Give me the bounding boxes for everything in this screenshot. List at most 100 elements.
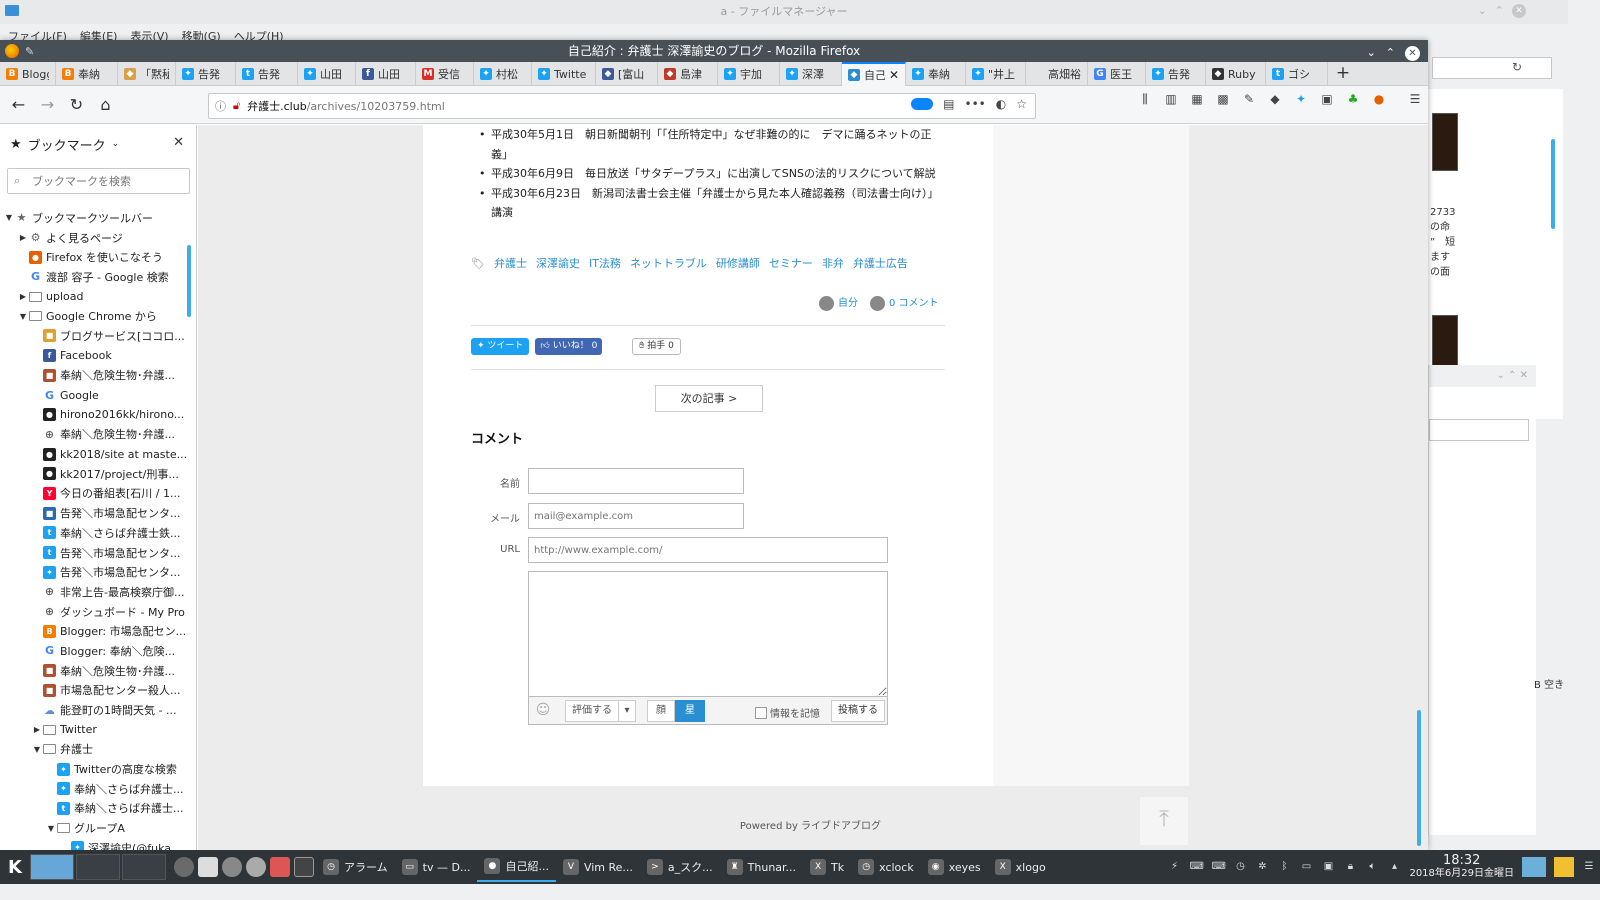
- tab[interactable]: t 告発: [236, 62, 298, 86]
- close-icon[interactable]: ✕: [1512, 4, 1526, 18]
- library-icon[interactable]: ⫼: [1138, 92, 1152, 106]
- bookmark-item[interactable]: ● hirono2016kk/hirono...: [0, 405, 186, 425]
- expanded-twisty-icon[interactable]: ▼: [17, 312, 29, 321]
- text-editor-launcher-icon[interactable]: [198, 857, 218, 877]
- desktop-3[interactable]: [122, 854, 166, 880]
- like-button[interactable]: 👍︎ いいね！ 0: [535, 338, 603, 355]
- evernote-icon[interactable]: ◆: [1268, 92, 1282, 106]
- sidebar-icon[interactable]: ▥: [1164, 92, 1178, 106]
- tag-link[interactable]: IT法務: [589, 255, 621, 271]
- bookmark-item[interactable]: ▶ ⚙ よく見るページ: [0, 228, 186, 248]
- bookmark-folder[interactable]: ▼ Google Chrome から: [0, 306, 186, 326]
- bookmark-item[interactable]: ■ 告発＼市場急配センタ...: [0, 503, 186, 523]
- author-link[interactable]: 自分: [819, 294, 858, 311]
- tag-link[interactable]: 弁護士広告: [853, 255, 908, 271]
- taskbar-task[interactable]: ▭ tv — D...: [395, 852, 478, 882]
- tab[interactable]: ✦ Twitte: [532, 62, 596, 86]
- tab[interactable]: ◆ 「黙秘: [118, 62, 176, 86]
- taskbar-task[interactable]: ● 自己紹...: [477, 852, 556, 882]
- expanded-twisty-icon[interactable]: ▼: [45, 824, 57, 833]
- chevron-down-icon[interactable]: ⌄: [112, 139, 120, 149]
- tag-link[interactable]: 研修講師: [716, 255, 760, 271]
- taskbar-task[interactable]: ◷ xclock: [851, 852, 921, 882]
- bookmark-item[interactable]: G 渡部 容子 - Google 検索: [0, 267, 186, 287]
- app-launcher-icon[interactable]: [246, 857, 266, 877]
- desktop-2[interactable]: [76, 854, 120, 880]
- comment-textarea[interactable]: [528, 571, 888, 697]
- sidebar-switcher[interactable]: ブックマーク: [28, 135, 106, 154]
- tab[interactable]: ✦ 村松: [474, 62, 532, 86]
- taskbar-task[interactable]: ◷ アラーム: [316, 852, 395, 882]
- bookmark-item[interactable]: G Google: [0, 385, 186, 405]
- bookmark-item[interactable]: ✦ Twitterの高度な検索: [0, 759, 186, 779]
- tab[interactable]: f 山田: [356, 62, 416, 86]
- taskbar-task[interactable]: ♜ Thunar...: [720, 852, 803, 882]
- close-tab-icon[interactable]: ✕: [889, 68, 899, 82]
- bookmark-item[interactable]: t 奉納＼さらば弁護士鉄...: [0, 523, 186, 543]
- bookmark-item[interactable]: ■ 奉納＼危険生物･弁護...: [0, 661, 186, 681]
- forward-icon[interactable]: →: [35, 92, 60, 117]
- reader-view-icon[interactable]: ▤: [943, 97, 954, 111]
- tab[interactable]: ◆ 自己紹 ✕: [842, 62, 906, 86]
- expanded-twisty-icon[interactable]: ▼: [31, 745, 43, 754]
- twitter-icon[interactable]: ✦: [1294, 92, 1308, 106]
- taskbar-task[interactable]: V Vim Re...: [556, 852, 640, 882]
- url-bar[interactable]: ⓘ 🔓︎ 弁護士.club/archives/10203759.html ▤ •…: [208, 93, 1036, 119]
- reload-icon[interactable]: ↻: [1512, 60, 1522, 74]
- close-icon[interactable]: ✕: [1405, 45, 1420, 61]
- minimize-icon[interactable]: ⌄: [1367, 42, 1376, 64]
- keyboard-icon[interactable]: ⌨: [1189, 860, 1203, 874]
- bookmark-item[interactable]: G Blogger: 奉納＼危険...: [0, 641, 186, 661]
- taskbar-task[interactable]: X Tk: [803, 852, 851, 882]
- tab[interactable]: G 医王: [1088, 62, 1146, 86]
- bookmark-item[interactable]: ✦ 奉納＼さらば弁護士...: [0, 779, 186, 799]
- checkbox[interactable]: [755, 706, 767, 719]
- bookmark-item[interactable]: f Facebook: [0, 346, 186, 366]
- pocket-icon[interactable]: ◐: [996, 97, 1006, 111]
- tab[interactable]: ✦ "井上: [966, 62, 1026, 86]
- desktop-1[interactable]: [30, 854, 74, 880]
- dictionary-launcher-icon[interactable]: [270, 857, 290, 877]
- taskbar-task[interactable]: ◉ xeyes: [921, 852, 988, 882]
- dialog-location-field[interactable]: [1429, 419, 1529, 441]
- insecure-lock-icon[interactable]: 🔓︎: [233, 99, 240, 113]
- close-icon[interactable]: ✕: [173, 135, 184, 150]
- scrollbar[interactable]: [1551, 139, 1555, 229]
- bookmark-folder[interactable]: ▼ ★ ブックマークツールバー: [0, 208, 186, 228]
- page-actions-icon[interactable]: •••: [965, 97, 986, 111]
- firefox-account-icon[interactable]: ●: [1372, 92, 1386, 106]
- bookmark-folder[interactable]: ▶ upload: [0, 287, 186, 307]
- maximize-icon[interactable]: ⌃: [1495, 4, 1504, 18]
- tab[interactable]: B 奉納: [56, 62, 118, 86]
- bookmark-item[interactable]: B Blogger: 市場急配セン...: [0, 621, 186, 641]
- page-scrollbar[interactable]: [1417, 710, 1421, 846]
- bookmark-item[interactable]: ⊕ 奉納＼危険生物･弁護...: [0, 425, 186, 445]
- location-field[interactable]: [1432, 57, 1552, 79]
- tab[interactable]: M 受信: [416, 62, 474, 86]
- edit-icon[interactable]: ✎: [1242, 92, 1256, 106]
- new-tab-button[interactable]: +: [1328, 62, 1358, 85]
- bookmark-item[interactable]: ■ ブログサービス[ココロ...: [0, 326, 186, 346]
- email-input[interactable]: [528, 503, 744, 529]
- post-button[interactable]: 投稿する: [831, 700, 885, 722]
- bookmark-item[interactable]: ⊕ ダッシュボード - My Pro...: [0, 602, 186, 622]
- display-icon[interactable]: ▭: [1299, 860, 1313, 874]
- face-rating-button[interactable]: 顔: [647, 700, 675, 722]
- collapsed-twisty-icon[interactable]: ▶: [17, 233, 29, 242]
- thumbnail[interactable]: [1432, 113, 1458, 171]
- tag-link[interactable]: ネットトラブル: [630, 255, 707, 271]
- maximize-icon[interactable]: ⌃: [1386, 42, 1395, 64]
- clipboard-icon[interactable]: ▣: [1321, 860, 1335, 874]
- back-to-top-button[interactable]: ⤒: [1140, 797, 1188, 845]
- tab[interactable]: ✦ 宇加: [718, 62, 780, 86]
- pin-icon[interactable]: ✎: [25, 41, 34, 63]
- bookmark-item[interactable]: ● kk2017/project/刑事...: [0, 464, 186, 484]
- kde-launcher-icon[interactable]: K: [0, 857, 30, 878]
- minimize-icon[interactable]: ⌄: [1478, 4, 1487, 18]
- show-desktop-icon[interactable]: [1522, 857, 1546, 877]
- clipboard-icon[interactable]: ▣: [1320, 92, 1334, 106]
- bookmark-folder[interactable]: ▶ Twitter: [0, 720, 186, 740]
- notes-icon[interactable]: [1554, 857, 1574, 877]
- comment-count-link[interactable]: 0 コメント: [870, 294, 939, 311]
- bookmark-item[interactable]: Y 今日の番組表[石川 / 1...: [0, 484, 186, 504]
